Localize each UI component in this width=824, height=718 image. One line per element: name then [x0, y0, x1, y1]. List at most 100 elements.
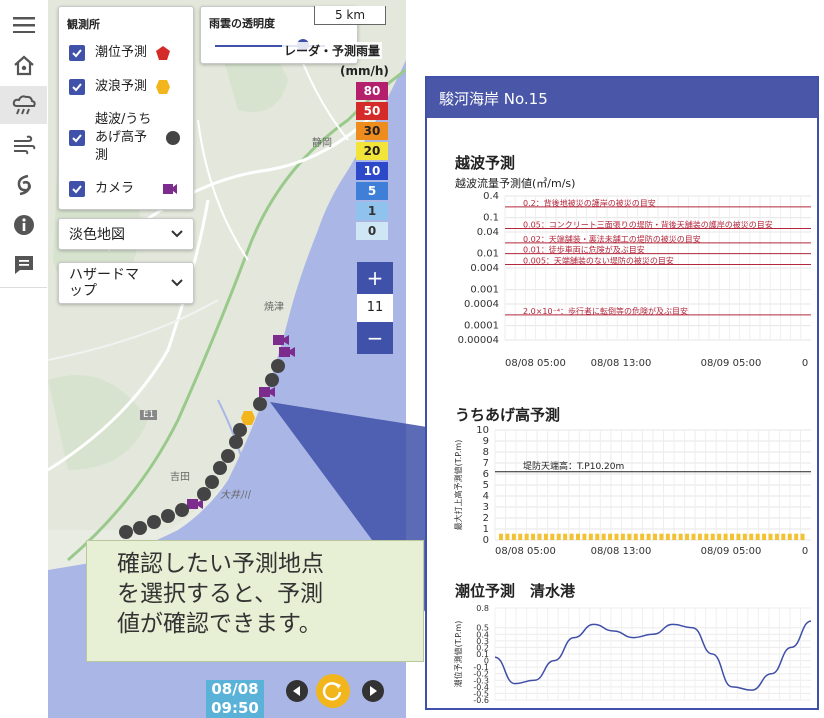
station-name: 駿河海岸 No.15	[427, 78, 817, 118]
runup-bar	[563, 533, 568, 540]
callout-line: 値が確認できます。	[117, 611, 322, 637]
threshold-label: 0.05：コンクリート三面張りの堤防・背後天舗装の護岸の被災の目安	[523, 220, 773, 230]
runup-bar	[665, 533, 670, 540]
x-tick-label: 08/08 05:00	[495, 546, 556, 557]
runup-bar	[685, 533, 690, 540]
runup-bar	[742, 533, 747, 540]
callout-line: を選択すると、予測	[117, 581, 324, 607]
runup-bar	[550, 533, 555, 540]
runup-bar	[627, 533, 632, 540]
runup-bar	[704, 533, 709, 540]
runup-bar	[524, 533, 529, 540]
y-tick-label: 0.0001	[464, 321, 499, 332]
runup-bar	[537, 533, 542, 540]
y-tick-label: 0.0004	[464, 299, 499, 310]
y-tick-label: 0.01	[477, 249, 499, 260]
y-tick-label: 0.8	[476, 604, 489, 613]
runup-bar	[499, 533, 503, 540]
y-tick-label: 7	[483, 458, 489, 469]
y-tick-label: 3	[483, 502, 489, 513]
instruction-callout: 確認したい予測地点 を選択すると、予測 値が確認できます。	[86, 540, 424, 662]
runup-bar	[749, 533, 754, 540]
station-detail-panel: 駿河海岸 No.15 越波予測 越波流量予測値(㎥/m/s) 0.4 0.1 0.0…	[425, 76, 819, 710]
runup-bar	[640, 533, 645, 540]
runup-bar	[582, 533, 587, 540]
runup-bar	[659, 533, 664, 540]
runup-bar	[505, 533, 510, 540]
runup-bar	[768, 533, 773, 540]
overtopping-title: 越波予測	[455, 154, 516, 172]
runup-bar	[774, 533, 779, 540]
y-tick-label: 4	[483, 491, 489, 502]
runup-bar	[710, 533, 715, 540]
runup-bar	[717, 533, 722, 540]
y-tick-label: 2	[483, 513, 489, 524]
runup-bar	[569, 533, 574, 540]
y-tick-label: 0.4	[483, 191, 499, 202]
threshold-label: 堤防天端高：T.P10.20m	[523, 460, 624, 472]
callout-line: 確認したい予測地点	[117, 551, 324, 577]
runup-bar	[608, 533, 613, 540]
threshold-label: 0.005：天端舗装のない堤防の被災の目安	[523, 256, 674, 266]
y-tick-label: 0.1	[483, 213, 499, 224]
runup-bar	[736, 533, 741, 540]
threshold-label: 0.02：天端舗装・裏法未舗工の堤防の被災の目安	[523, 234, 701, 244]
y-tick-label: 5	[483, 480, 489, 491]
runup-bar	[691, 533, 696, 540]
runup-bar	[800, 533, 805, 540]
overtopping-subtitle: 越波流量予測値(㎥/m/s)	[455, 177, 576, 190]
runup-bar	[697, 533, 702, 540]
threshold-label: 0.01：徒歩車両に危険が及ぶ目安	[523, 245, 645, 255]
runup-bar	[511, 533, 516, 540]
x-tick-label: 0	[802, 546, 808, 557]
runup-bar	[755, 533, 760, 540]
runup-bar	[646, 533, 651, 540]
runup-bar	[633, 533, 638, 540]
y-tick-label: 1	[483, 524, 489, 535]
runup-bar	[794, 533, 799, 540]
y-tick-label: 0	[483, 535, 489, 546]
runup-bar	[678, 533, 683, 540]
y-axis-label: 潮位予測値(T.P.m)	[453, 621, 463, 688]
runup-bar	[762, 533, 767, 540]
x-tick-label: 0	[802, 358, 808, 369]
y-tick-label: 0.04	[477, 227, 499, 238]
threshold-label: 2.0×10⁻⁴：歩行者に転倒等の危険が及ぶ目安	[523, 306, 688, 316]
runup-bar	[556, 533, 561, 540]
y-tick-label: 8	[483, 447, 489, 458]
x-tick-label: 08/08 13:00	[591, 546, 652, 557]
y-tick-label: 9	[483, 436, 489, 447]
runup-bar	[576, 533, 580, 540]
x-tick-label: 08/08 05:00	[505, 358, 566, 369]
runup-chart: 109876543210最大打上高予測値(T.P.m) 堤防天端高：T.P10.2…	[453, 426, 811, 557]
threshold-label: 0.2：背後地被災の護岸の被災の目安	[523, 198, 656, 208]
y-tick-label: 0.004	[470, 263, 499, 274]
runup-bar	[518, 533, 523, 540]
callout-text: 確認したい予測地点 を選択すると、予測 値が確認できます。	[117, 549, 324, 639]
runup-bar	[543, 533, 548, 540]
x-tick-label: 08/09 05:00	[701, 546, 762, 557]
runup-bar	[730, 533, 734, 540]
x-tick-label: 08/09 05:00	[701, 358, 762, 369]
runup-bar	[787, 533, 792, 540]
runup-bar	[614, 533, 619, 540]
runup-bar	[620, 533, 625, 540]
y-axis-label: 最大打上高予測値(T.P.m)	[453, 440, 463, 531]
runup-bar	[588, 533, 593, 540]
tide-chart: 0.80.50.40.30.20.10-0.1-0.2-0.3-0.4-0.5-…	[453, 604, 812, 704]
runup-bar	[601, 533, 606, 540]
y-tick-label: 0.001	[470, 285, 499, 296]
runup-bar	[595, 533, 600, 540]
x-tick-label: 08/08 13:00	[591, 358, 652, 369]
runup-bar	[531, 533, 536, 540]
y-tick-label: 10	[476, 426, 489, 436]
runup-title: うちあげ高予測	[455, 406, 561, 424]
runup-bar	[653, 533, 657, 540]
runup-bar	[723, 533, 728, 540]
runup-bar	[672, 533, 677, 540]
overtopping-chart: 0.4 0.1 0.04 0.01 0.004 0.001 0.0004 0.0001 0.00…	[458, 191, 811, 369]
tide-title: 潮位予測 清水港	[455, 582, 576, 600]
runup-bar	[781, 533, 786, 540]
y-tick-label: -0.6	[473, 696, 489, 704]
y-tick-label: 6	[483, 469, 489, 480]
